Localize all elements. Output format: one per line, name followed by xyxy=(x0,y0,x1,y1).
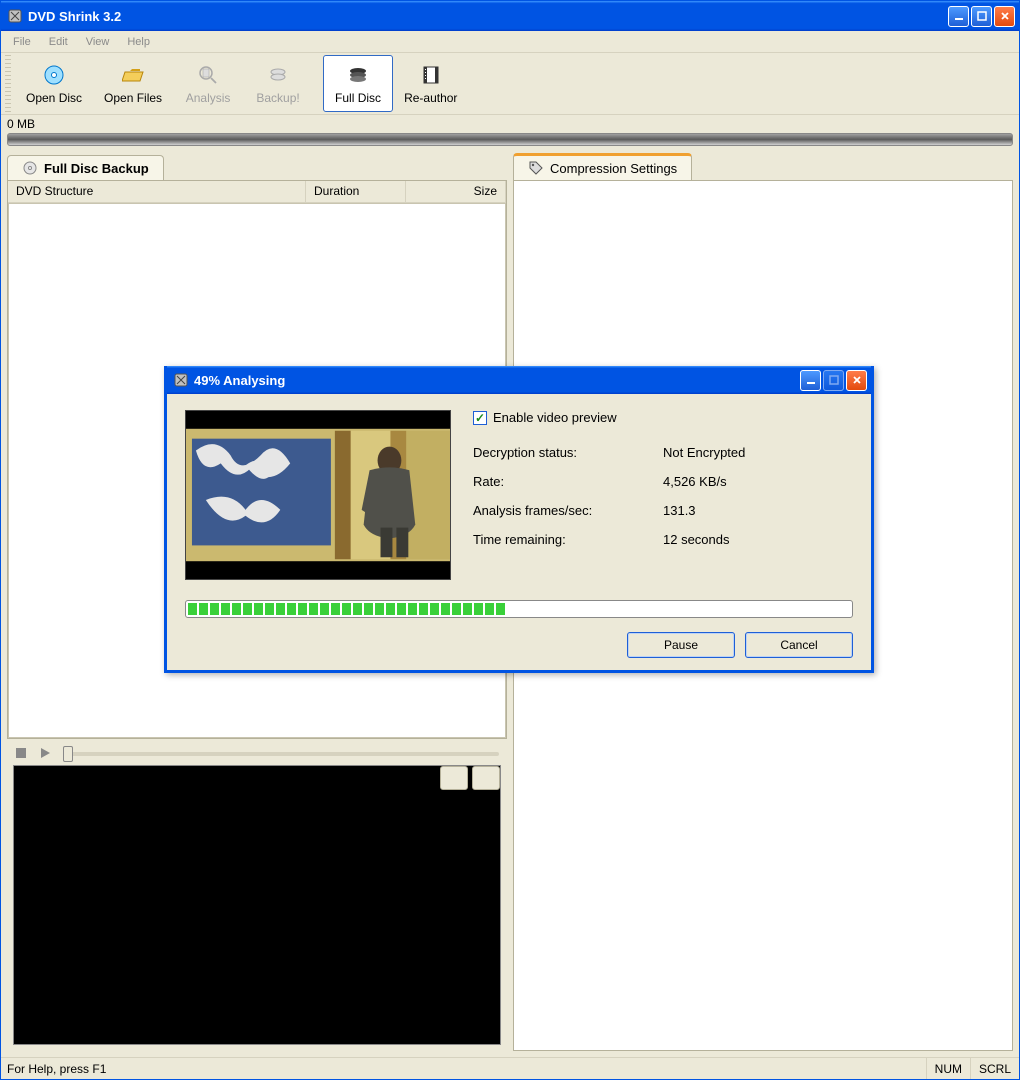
sizebar-track xyxy=(7,133,1013,146)
dialog-video-preview xyxy=(185,410,451,580)
cancel-button[interactable]: Cancel xyxy=(745,632,853,658)
open-disc-button[interactable]: Open Disc xyxy=(15,55,93,112)
window-title: DVD Shrink 3.2 xyxy=(28,9,948,24)
dialog-minimize-button[interactable] xyxy=(800,370,821,391)
analysis-button: Analysis xyxy=(173,55,243,112)
decryption-label: Decryption status: xyxy=(473,445,663,460)
dialog-title: 49% Analysing xyxy=(194,373,800,388)
main-titlebar[interactable]: DVD Shrink 3.2 xyxy=(1,1,1019,31)
fps-label: Analysis frames/sec: xyxy=(473,503,663,518)
toolbar-grip xyxy=(5,55,11,112)
preview-mini-button-2[interactable] xyxy=(472,766,500,790)
disc-icon xyxy=(42,63,66,87)
close-button[interactable] xyxy=(994,6,1015,27)
preview-area xyxy=(7,739,507,1051)
status-help: For Help, press F1 xyxy=(1,1062,926,1076)
reauthor-button[interactable]: Re-author xyxy=(393,55,468,112)
full-disc-backup-tab[interactable]: Full Disc Backup xyxy=(7,155,164,180)
maximize-button[interactable] xyxy=(971,6,992,27)
preview-controls xyxy=(13,743,501,765)
backup-label: Backup! xyxy=(256,91,299,105)
film-icon xyxy=(419,63,443,87)
left-panel-title: Full Disc Backup xyxy=(44,161,149,176)
toolbar: Open Disc Open Files Analysis Backup! Fu… xyxy=(1,53,1019,115)
slider-thumb[interactable] xyxy=(63,746,73,762)
fps-value: 131.3 xyxy=(663,503,696,518)
menu-help[interactable]: Help xyxy=(119,34,158,50)
status-num: NUM xyxy=(926,1058,970,1079)
minimize-button[interactable] xyxy=(948,6,969,27)
status-scrl: SCRL xyxy=(970,1058,1019,1079)
analysing-dialog: 49% Analysing xyxy=(164,366,874,673)
rate-label: Rate: xyxy=(473,474,663,489)
play-icon[interactable] xyxy=(39,747,53,761)
disc-small-icon xyxy=(22,160,38,176)
pause-button[interactable]: Pause xyxy=(627,632,735,658)
checkbox-checked-icon: ✓ xyxy=(473,411,487,425)
backup-icon xyxy=(266,63,290,87)
enable-preview-label: Enable video preview xyxy=(493,410,617,425)
sizebar-label: 0 MB xyxy=(7,117,35,131)
backup-button: Backup! xyxy=(243,55,313,112)
menu-view[interactable]: View xyxy=(78,34,118,50)
full-disc-label: Full Disc xyxy=(335,91,381,105)
open-disc-label: Open Disc xyxy=(26,91,82,105)
preview-slider[interactable] xyxy=(63,752,499,756)
compression-settings-tab[interactable]: Compression Settings xyxy=(513,153,692,180)
list-header: DVD Structure Duration Size xyxy=(8,181,506,203)
open-files-button[interactable]: Open Files xyxy=(93,55,173,112)
col-duration[interactable]: Duration xyxy=(306,181,406,202)
enable-preview-checkbox[interactable]: ✓ Enable video preview xyxy=(473,410,853,425)
menubar: File Edit View Help xyxy=(1,31,1019,53)
reauthor-label: Re-author xyxy=(404,91,457,105)
dialog-close-button[interactable] xyxy=(846,370,867,391)
full-disc-button[interactable]: Full Disc xyxy=(323,55,393,112)
window-controls xyxy=(948,6,1015,27)
dialog-titlebar[interactable]: 49% Analysing xyxy=(167,366,871,394)
col-size[interactable]: Size xyxy=(406,181,506,202)
progress-bar xyxy=(185,600,853,618)
menu-file[interactable]: File xyxy=(5,34,39,50)
menu-edit[interactable]: Edit xyxy=(41,34,76,50)
dialog-app-icon xyxy=(173,372,189,388)
rate-value: 4,526 KB/s xyxy=(663,474,727,489)
stop-icon[interactable] xyxy=(15,747,29,761)
dialog-maximize-button xyxy=(823,370,844,391)
tag-icon xyxy=(528,160,544,176)
app-icon xyxy=(7,8,23,24)
statusbar: For Help, press F1 NUM SCRL xyxy=(1,1057,1019,1079)
sizebar: 0 MB xyxy=(1,115,1019,146)
preview-mini-button-1[interactable] xyxy=(440,766,468,790)
magnifier-icon xyxy=(196,63,220,87)
time-remaining-value: 12 seconds xyxy=(663,532,730,547)
preview-video xyxy=(13,765,501,1045)
col-structure[interactable]: DVD Structure xyxy=(8,181,306,202)
folder-open-icon xyxy=(121,63,145,87)
discs-icon xyxy=(346,63,370,87)
decryption-value: Not Encrypted xyxy=(663,445,745,460)
analysis-label: Analysis xyxy=(186,91,231,105)
time-remaining-label: Time remaining: xyxy=(473,532,663,547)
open-files-label: Open Files xyxy=(104,91,162,105)
right-panel-title: Compression Settings xyxy=(550,161,677,176)
